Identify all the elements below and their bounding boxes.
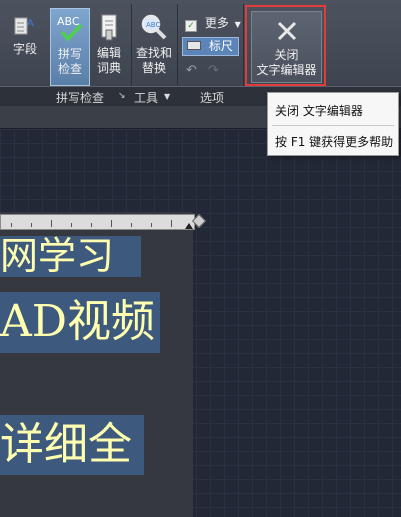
field-label: 字段: [12, 42, 37, 56]
field-button[interactable]: A 字段: [8, 14, 42, 74]
find-replace-label-bottom: 替换: [141, 61, 166, 75]
edit-dictionary-label-bottom: 词典: [96, 61, 121, 75]
svg-text:ABC: ABC: [57, 15, 80, 28]
group-launcher-icon[interactable]: ↘: [118, 91, 126, 101]
selected-text-line[interactable]: 网学习: [0, 236, 141, 277]
close-label-bottom: 文字编辑器: [256, 63, 317, 77]
group-label-options: 选项: [200, 91, 225, 105]
close-highlight-frame: 关闭 文字编辑器: [245, 5, 326, 86]
spell-check-label-top: 拼写: [57, 47, 82, 61]
more-label: 更多: [204, 16, 229, 30]
edit-dictionary-label-top: 编辑: [96, 46, 121, 60]
tooltip-help: 按 F1 键获得更多帮助: [275, 135, 394, 149]
ruler-toggle-button[interactable]: 标尺: [182, 37, 239, 56]
ruler-tick: [51, 220, 52, 227]
undo-icon[interactable]: ↶: [186, 63, 197, 78]
checkbox-icon: ✓: [185, 20, 197, 32]
close-text-editor-button[interactable]: 关闭 文字编辑器: [251, 11, 322, 83]
close-icon: [277, 21, 296, 41]
ruler-tick: [111, 220, 112, 227]
ruler-tick: [11, 223, 12, 227]
ruler-tick: [91, 223, 92, 227]
more-options-button[interactable]: ✓ 更多 ▼: [185, 14, 241, 32]
tooltip-title: 关闭 文字编辑器: [275, 104, 363, 118]
selected-text-line[interactable]: AD视频: [0, 292, 160, 353]
redo-icon[interactable]: ↷: [208, 63, 219, 78]
dictionary-icon: [101, 14, 117, 41]
spell-check-icon: ABC: [57, 15, 83, 42]
group-label-spell: 拼写检查: [56, 91, 105, 105]
spell-check-label-bottom: 检查: [57, 62, 82, 76]
spell-check-button[interactable]: ABC 拼写 检查: [50, 8, 90, 86]
ruler-tick: [131, 223, 132, 227]
svg-text:ABC: ABC: [146, 21, 160, 29]
ruler-indent-marker[interactable]: [185, 223, 193, 229]
close-label-top: 关闭: [274, 48, 299, 62]
ribbon: A 字段 ABC 拼写 检查 编辑 词典 ABC 查找和 替换 ✓ 更多 ▼ 标…: [0, 0, 401, 107]
ruler-tick: [31, 223, 32, 227]
group-label-tools[interactable]: 工具: [134, 89, 158, 106]
selected-text-line[interactable]: 详细全: [0, 415, 144, 475]
ruler-tick: [151, 223, 152, 227]
svg-text:A: A: [27, 18, 34, 29]
find-replace-button[interactable]: ABC 查找和 替换: [134, 12, 174, 84]
find-replace-icon: ABC: [141, 14, 167, 40]
close-tooltip: 关闭 文字编辑器 按 F1 键获得更多帮助: [267, 92, 399, 156]
dropdown-arrow-icon: ▼: [234, 20, 241, 29]
text-ruler[interactable]: [0, 214, 195, 230]
field-icon: A: [14, 17, 34, 35]
find-replace-label-top: 查找和: [135, 46, 172, 60]
edit-dictionary-button[interactable]: 编辑 词典: [92, 12, 126, 84]
ruler-label: 标尺: [208, 39, 233, 53]
ruler-tick: [171, 220, 172, 227]
tooltip-divider: [272, 125, 394, 126]
tools-dropdown-icon[interactable]: ▼: [164, 92, 170, 101]
ruler-icon: [187, 41, 201, 50]
ruler-tick: [71, 223, 72, 227]
